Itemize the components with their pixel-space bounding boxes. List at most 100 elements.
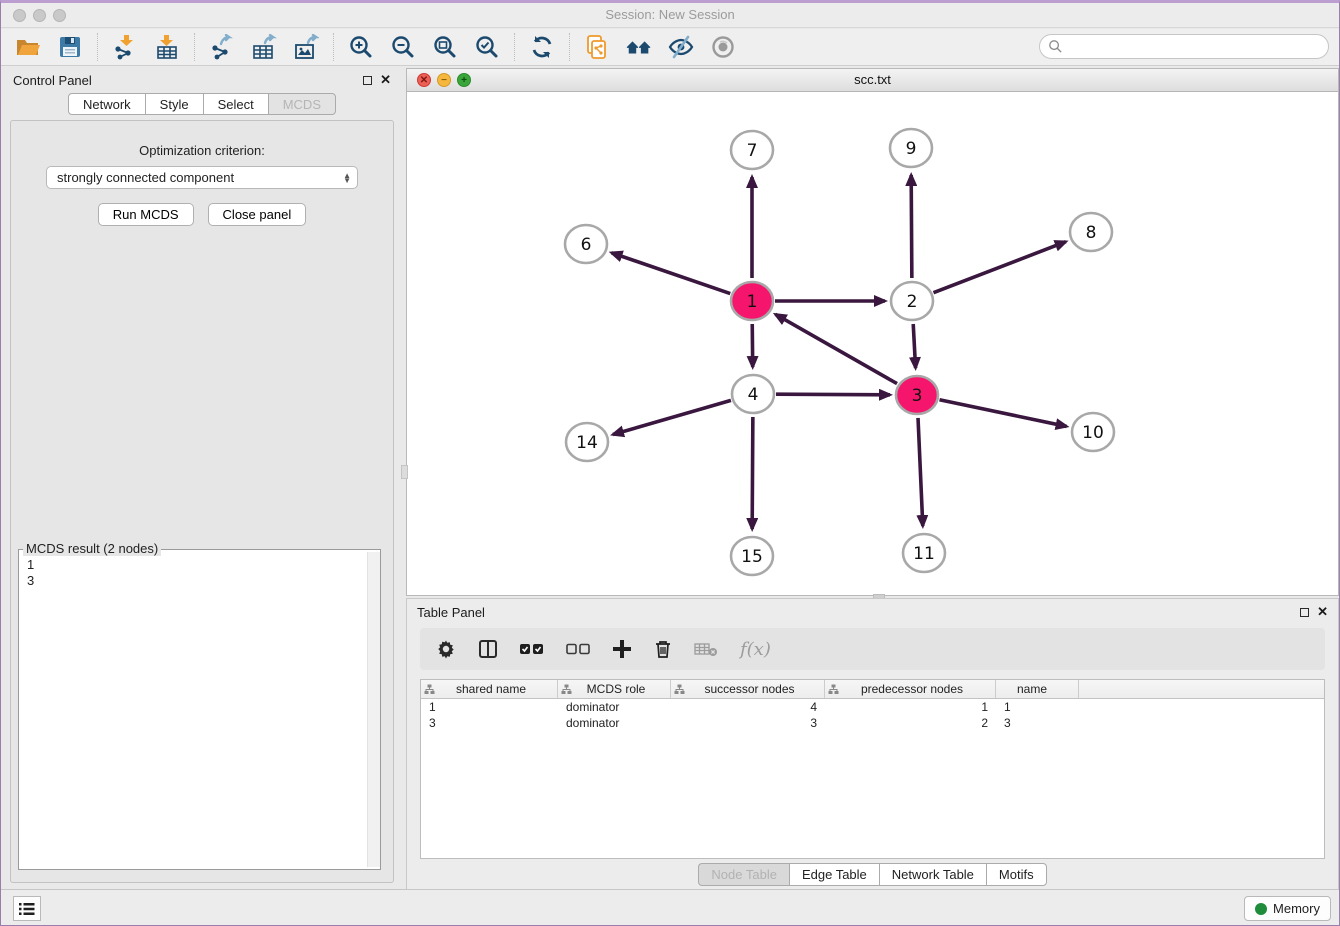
run-mcds-button[interactable]: Run MCDS [98,203,194,226]
tab-mcds[interactable]: MCDS [268,93,336,115]
svg-text:9: 9 [906,139,917,159]
main-toolbar [1,29,1339,66]
zoom-selected-icon[interactable] [473,33,501,61]
table-row[interactable]: 3dominator323 [421,715,1324,731]
svg-text:3: 3 [912,386,923,406]
mcds-result-text[interactable]: 13 [19,553,366,869]
column-header-shared-name[interactable]: shared name [421,680,558,698]
node-10[interactable]: 10 [1072,413,1114,451]
cell-predecessor-nodes[interactable]: 1 [825,699,996,715]
tab-motifs[interactable]: Motifs [986,863,1047,886]
edge-3-1[interactable] [775,314,897,383]
edge-4-14[interactable] [613,400,731,434]
column-header-name[interactable]: name [996,680,1079,698]
network-window-titlebar[interactable]: ✕ − + scc.txt [407,69,1338,92]
function-builder-icon[interactable]: f(x) [740,639,771,660]
refresh-icon[interactable] [528,33,556,61]
tab-edge-table[interactable]: Edge Table [789,863,879,886]
float-panel-icon[interactable] [363,76,372,85]
vertical-splitter-handle[interactable] [401,465,408,479]
column-header-predecessor-nodes[interactable]: predecessor nodes [825,680,996,698]
tab-network-table[interactable]: Network Table [879,863,986,886]
import-network-icon[interactable] [111,33,139,61]
node-9[interactable]: 9 [890,129,932,167]
edge-2-9[interactable] [911,175,912,278]
node-14[interactable]: 14 [566,423,608,461]
edge-3-11[interactable] [918,418,923,526]
show-graphics-details-icon[interactable] [709,33,737,61]
hide-all-columns-icon[interactable] [566,642,590,656]
clone-network-icon[interactable] [583,33,611,61]
edge-4-15[interactable] [752,417,753,529]
split-columns-icon[interactable] [478,639,498,659]
float-table-panel-icon[interactable] [1300,608,1309,617]
close-panel-button[interactable]: Close panel [208,203,307,226]
criterion-dropdown[interactable]: strongly connected component ▲▼ [46,166,358,189]
node-1[interactable]: 1 [731,282,773,320]
memory-button[interactable]: Memory [1244,896,1331,921]
cell-name[interactable]: 1 [996,699,1079,715]
tab-style[interactable]: Style [145,93,203,115]
svg-text:14: 14 [576,433,598,453]
export-network-icon[interactable] [208,33,236,61]
zoom-fit-icon[interactable] [431,33,459,61]
tab-node-table[interactable]: Node Table [698,863,789,886]
edge-3-10[interactable] [940,400,1067,427]
scrollbar[interactable] [367,552,380,867]
criterion-dropdown-value: strongly connected component [57,170,343,185]
cell-predecessor-nodes[interactable]: 2 [825,715,996,731]
tab-network[interactable]: Network [68,93,145,115]
node-4[interactable]: 4 [732,375,774,413]
column-header-successor-nodes[interactable]: successor nodes [671,680,825,698]
cell-name[interactable]: 3 [996,715,1079,731]
show-all-columns-icon[interactable] [520,642,544,656]
cell-shared-name[interactable]: 1 [421,699,558,715]
node-7[interactable]: 7 [731,131,773,169]
mcds-result-line: 1 [27,557,358,573]
table-row[interactable]: 1dominator411 [421,699,1324,715]
cell-successor-nodes[interactable]: 4 [671,699,825,715]
close-panel-icon[interactable]: ✕ [380,72,391,88]
open-session-icon[interactable] [14,33,42,61]
save-session-icon[interactable] [56,33,84,61]
edge-2-8[interactable] [933,242,1065,293]
network-graph[interactable]: 1 2 3 4 6 7 8 9 10 11 14 15 [407,92,1338,595]
edge-1-6[interactable] [612,253,731,294]
network-overview-icon[interactable] [625,33,653,61]
export-table-icon[interactable] [250,33,278,61]
add-column-icon[interactable] [612,639,632,659]
network-view-window: ✕ − + scc.txt 1 2 3 4 6 7 8 9 10 11 14 15 [406,68,1339,596]
mcds-panel: Optimization criterion: strongly connect… [10,120,394,883]
node-2[interactable]: 2 [891,282,933,320]
delete-table-icon[interactable] [694,641,718,657]
search-input[interactable] [1068,37,1328,57]
node-8[interactable]: 8 [1070,213,1112,251]
close-table-panel-icon[interactable]: ✕ [1317,604,1328,620]
hide-graphics-details-icon[interactable] [667,33,695,61]
node-15[interactable]: 15 [731,537,773,575]
zoom-in-icon[interactable] [347,33,375,61]
node-11[interactable]: 11 [903,534,945,572]
network-canvas[interactable]: 1 2 3 4 6 7 8 9 10 11 14 15 [407,92,1338,595]
cell-MCDS-role[interactable]: dominator [558,699,671,715]
cell-shared-name[interactable]: 3 [421,715,558,731]
svg-text:7: 7 [747,141,758,161]
delete-column-icon[interactable] [654,639,672,659]
cell-successor-nodes[interactable]: 3 [671,715,825,731]
gear-icon[interactable] [436,639,456,659]
search-field[interactable] [1039,34,1329,59]
cell-MCDS-role[interactable]: dominator [558,715,671,731]
edge-4-3[interactable] [776,394,890,395]
node-3[interactable]: 3 [896,376,938,414]
window-title: Session: New Session [1,7,1339,22]
zoom-out-icon[interactable] [389,33,417,61]
export-image-icon[interactable] [292,33,320,61]
table-panel-tabs: Node TableEdge TableNetwork TableMotifs [407,863,1338,886]
node-6[interactable]: 6 [565,225,607,263]
column-header-MCDS-role[interactable]: MCDS role [558,680,671,698]
import-table-icon[interactable] [153,33,181,61]
tab-select[interactable]: Select [203,93,268,115]
svg-text:6: 6 [581,235,592,255]
edge-2-3[interactable] [913,324,915,368]
task-history-button[interactable] [13,896,41,921]
